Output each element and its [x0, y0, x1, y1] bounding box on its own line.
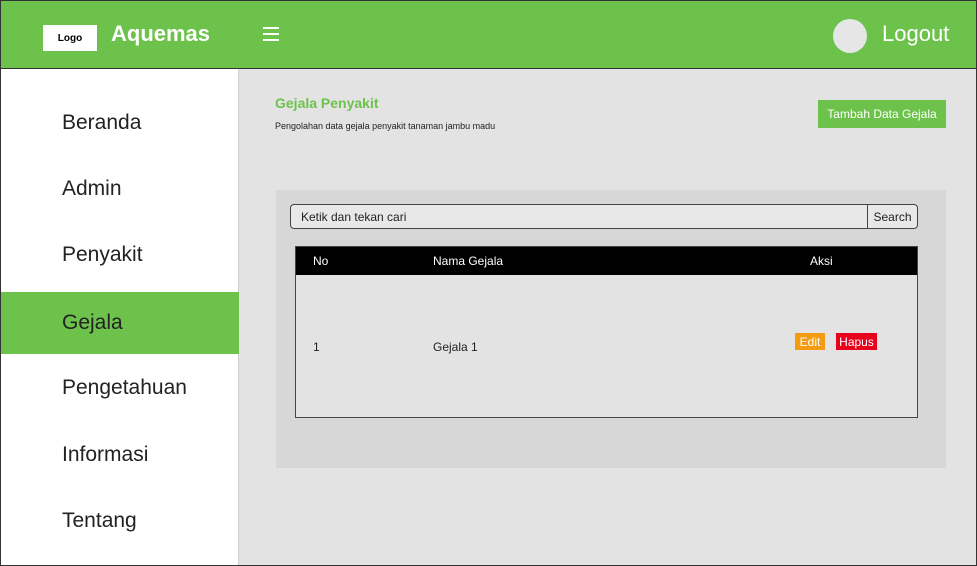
gejala-table: No Nama Gejala Aksi 1 Gejala 1 Edit Hapu… — [295, 246, 918, 418]
top-bar: Logo Aquemas Logout — [1, 1, 976, 69]
page-subtitle: Pengolahan data gejala penyakit tanaman … — [275, 121, 496, 131]
sidebar-item-informasi[interactable]: Informasi — [1, 424, 239, 486]
sidebar: Beranda Admin Penyakit Gejala Pengetahua… — [1, 69, 239, 565]
add-gejala-button[interactable]: Tambah Data Gejala — [818, 100, 946, 128]
logout-button[interactable]: Logout — [882, 21, 949, 47]
sidebar-item-beranda[interactable]: Beranda — [1, 92, 239, 154]
hamburger-menu-icon[interactable] — [263, 24, 281, 44]
page-title: Gejala Penyakit — [275, 95, 379, 111]
cell-nama-gejala: Gejala 1 — [433, 340, 478, 354]
sidebar-item-tentang[interactable]: Tentang — [1, 490, 239, 552]
avatar[interactable] — [833, 19, 867, 53]
app-name: Aquemas — [111, 21, 211, 46]
cell-no: 1 — [313, 340, 320, 354]
sidebar-item-pengetahuan[interactable]: Pengetahuan — [1, 357, 239, 419]
logo: Logo — [43, 25, 97, 51]
column-header-nama-gejala: Nama Gejala — [433, 254, 504, 268]
column-header-aksi: Aksi — [810, 254, 833, 268]
edit-button[interactable]: Edit — [795, 333, 825, 350]
search-bar: Search — [290, 204, 918, 229]
sidebar-item-penyakit[interactable]: Penyakit — [1, 224, 239, 286]
delete-button[interactable]: Hapus — [836, 333, 877, 350]
search-input[interactable] — [291, 205, 867, 228]
search-button[interactable]: Search — [867, 205, 917, 228]
app-window: Logo Aquemas Logout Beranda Admin Penyak… — [0, 0, 977, 566]
sidebar-item-admin[interactable]: Admin — [1, 158, 239, 220]
table-header: No Nama Gejala Aksi — [296, 247, 917, 275]
column-header-no: No — [313, 254, 329, 268]
sidebar-item-gejala[interactable]: Gejala — [1, 292, 239, 354]
